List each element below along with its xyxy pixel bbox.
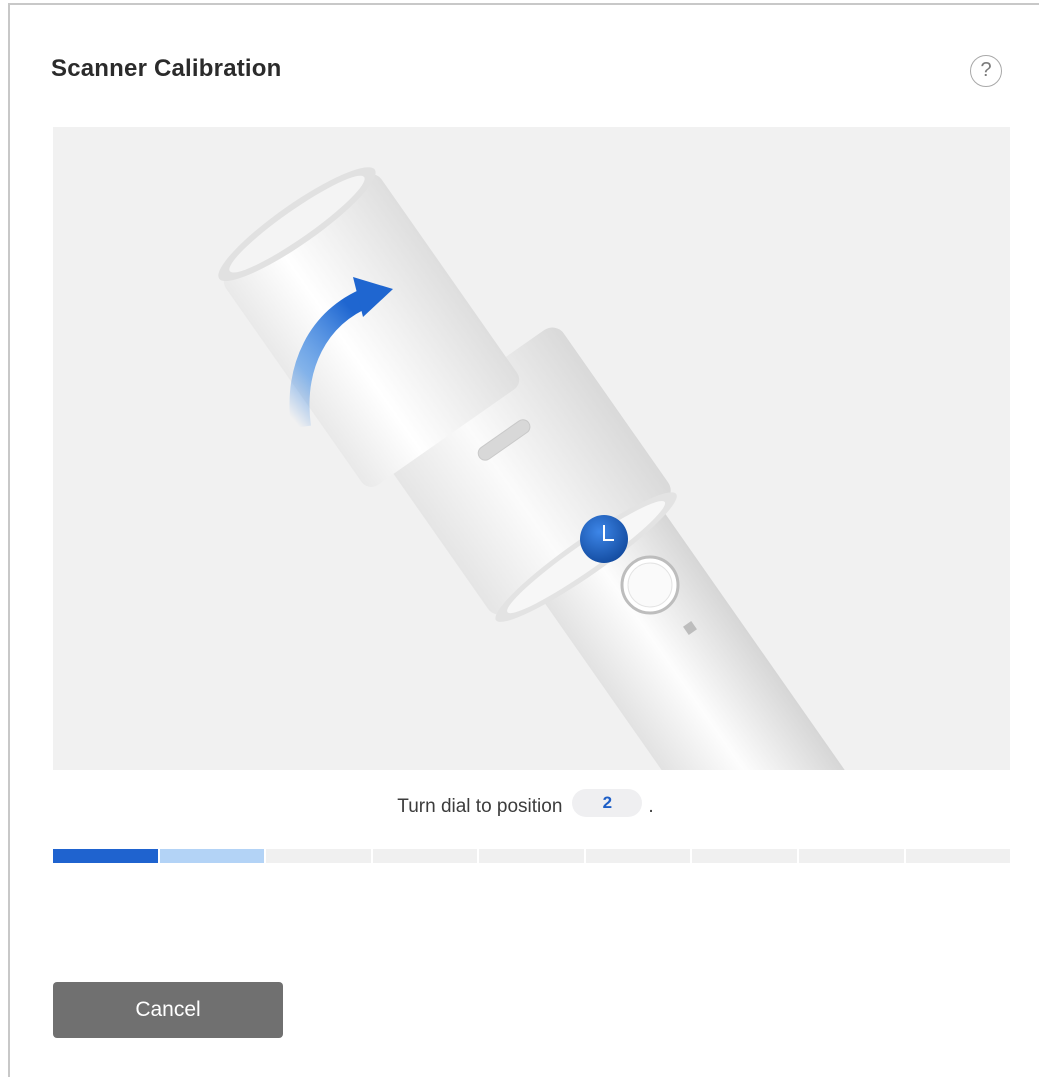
progress-segment bbox=[798, 849, 904, 863]
progress-segment bbox=[479, 849, 584, 863]
position-badge: 2 bbox=[572, 789, 643, 817]
help-glyph: ? bbox=[980, 59, 992, 81]
dialog-title: Scanner Calibration bbox=[51, 55, 282, 82]
progress-segment bbox=[159, 849, 265, 863]
progress-segment bbox=[692, 849, 797, 863]
instruction-suffix: . bbox=[648, 796, 654, 818]
progress-segment bbox=[53, 849, 158, 863]
instruction-prefix: Turn dial to position bbox=[397, 796, 563, 818]
progress-segment bbox=[585, 849, 691, 863]
progress-segment bbox=[266, 849, 371, 863]
progress-segment bbox=[372, 849, 478, 863]
help-icon[interactable]: ? bbox=[970, 55, 1002, 87]
scanner-rotate-illustration bbox=[218, 167, 854, 770]
instruction-text: Turn dial to position 2. bbox=[10, 789, 1039, 821]
calibration-dialog: Scanner Calibration ? Turn dial to posit… bbox=[8, 3, 1039, 1077]
cancel-button[interactable]: Cancel bbox=[53, 982, 283, 1038]
calibration-progress bbox=[53, 849, 1011, 863]
scanner-illustration bbox=[53, 127, 1010, 770]
progress-segment bbox=[905, 849, 1011, 863]
